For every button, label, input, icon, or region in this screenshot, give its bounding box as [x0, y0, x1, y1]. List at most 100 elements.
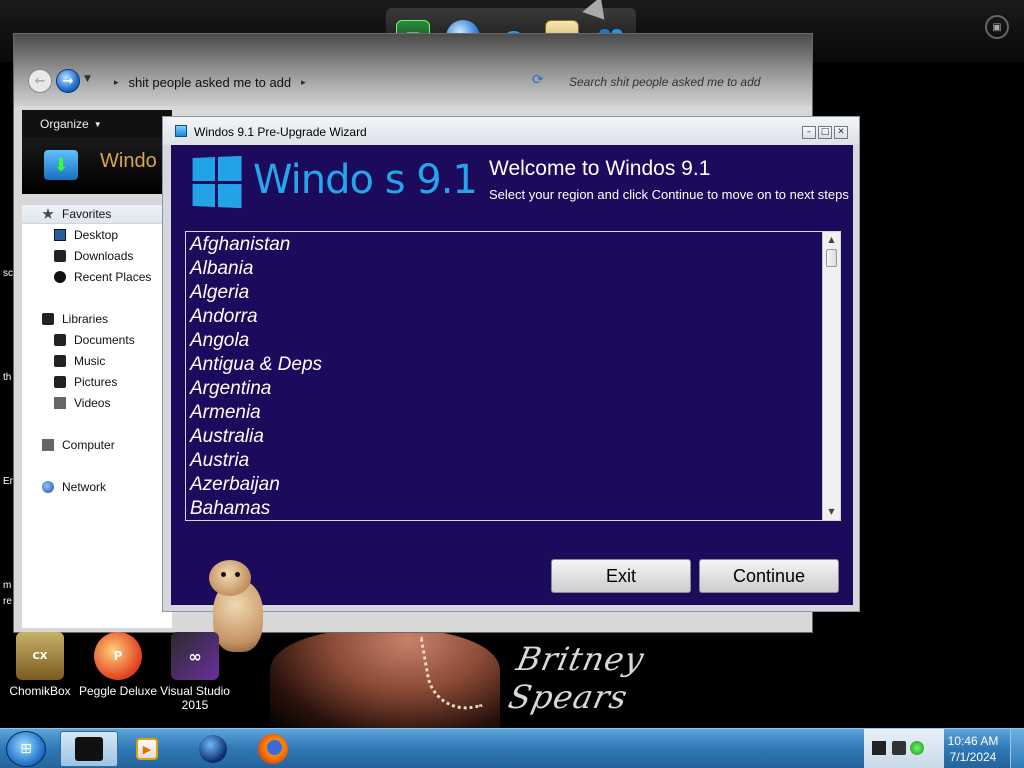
maximize-button[interactable]: □ [818, 126, 832, 139]
chomikbox-icon: CX [16, 632, 64, 680]
taskbar-clock[interactable]: 10:46 AM 7/1/2024 [944, 733, 1002, 765]
scroll-up-icon[interactable]: ▲ [823, 232, 840, 248]
organize-label: Organize [40, 117, 89, 131]
windows-logo-icon [192, 155, 242, 209]
wizard-titlebar[interactable]: Windos 9.1 Pre-Upgrade Wizard – □ ✕ [163, 117, 859, 145]
explorer-address-area: ← → ▼ ▸ shit people asked me to add ▸ ⟳ [14, 34, 812, 106]
desktop-icon-peggle[interactable]: P Peggle Deluxe [78, 632, 158, 698]
breadcrumb[interactable]: ▸ shit people asked me to add ▸ [108, 70, 538, 94]
nav-label: Network [62, 480, 107, 494]
desktop-icon-chomikbox[interactable]: CX ChomikBox [0, 632, 80, 698]
nav-favorites[interactable]: Favorites [22, 204, 172, 224]
scroll-thumb[interactable] [826, 249, 837, 267]
edge-text: th [3, 372, 12, 383]
list-item[interactable]: Armenia [186, 401, 822, 425]
clock-time: 10:46 AM [947, 734, 999, 748]
nav-label: Downloads [74, 249, 134, 263]
nav-downloads[interactable]: Downloads [54, 246, 133, 266]
media-player-icon: ▶ [136, 738, 158, 760]
dock-menu-icon[interactable]: ▣ [985, 15, 1009, 39]
peggle-icon: P [94, 632, 142, 680]
back-button[interactable]: ← [28, 69, 52, 93]
desktop-icon-label: ChomikBox [9, 684, 71, 698]
tray-app-icon[interactable] [872, 741, 886, 755]
nav-label: Favorites [62, 207, 112, 221]
tray-app-icon[interactable] [892, 741, 906, 755]
nav-label: Desktop [74, 228, 119, 242]
desktop-icon-visual-studio[interactable]: ∞ Visual Studio 2015 [155, 632, 235, 712]
nav-label: Libraries [62, 312, 109, 326]
list-item[interactable]: Afghanistan [186, 233, 822, 257]
logo-text: Windo s 9.1 [253, 157, 478, 203]
nav-label: Videos [74, 396, 111, 410]
nav-network[interactable]: Network [42, 477, 106, 497]
history-chevron-icon[interactable]: ▼ [84, 74, 91, 84]
list-item[interactable]: Antigua & Deps [186, 353, 822, 377]
tray-status-icon[interactable] [910, 741, 924, 755]
app-icon [175, 125, 187, 137]
start-button[interactable]: ⊞ [6, 731, 46, 767]
libraries-icon [42, 313, 54, 325]
nav-pictures[interactable]: Pictures [54, 372, 117, 392]
taskbar: ⊞ ▶ 10:46 AM 7/1/2024 [0, 728, 1024, 768]
organize-button[interactable]: Organize ▼ [22, 110, 172, 138]
hamster-eye [221, 572, 226, 577]
minimize-button[interactable]: – [802, 126, 816, 139]
list-item[interactable]: Argentina [186, 377, 822, 401]
videos-icon [54, 397, 66, 409]
show-desktop-button[interactable] [1010, 729, 1024, 768]
welcome-title: Welcome to Windos 9.1 [489, 157, 711, 180]
downloads-icon [54, 250, 66, 262]
scroll-down-icon[interactable]: ▼ [823, 504, 840, 520]
nav-computer[interactable]: Computer [42, 435, 115, 455]
pictures-icon [54, 376, 66, 388]
list-item[interactable]: Azerbaijan [186, 473, 822, 497]
nav-music[interactable]: Music [54, 351, 105, 371]
list-scrollbar[interactable]: ▲ ▼ [822, 232, 840, 520]
nav-libraries[interactable]: Libraries [42, 309, 108, 329]
music-icon [54, 355, 66, 367]
visual-studio-icon: ∞ [171, 632, 219, 680]
desktop-icon [54, 229, 66, 241]
computer-icon [42, 439, 54, 451]
list-item[interactable]: Algeria [186, 281, 822, 305]
breadcrumb-current[interactable]: shit people asked me to add [129, 75, 292, 90]
nav-label: Music [74, 354, 106, 368]
list-item[interactable]: Albania [186, 257, 822, 281]
country-listbox[interactable]: Afghanistan Albania Algeria Andorra Ango… [185, 231, 841, 521]
list-item[interactable]: Austria [186, 449, 822, 473]
explorer-banner: ⬇ Windo [22, 138, 172, 194]
nav-recent-places[interactable]: Recent Places [54, 267, 151, 287]
taskbar-firefox-button[interactable] [244, 731, 302, 767]
list-item[interactable]: Australia [186, 425, 822, 449]
exit-button[interactable]: Exit [551, 559, 691, 593]
documents-icon [54, 334, 66, 346]
breadcrumb-chevron-icon[interactable]: ▸ [301, 77, 306, 88]
taskbar-explorer-button[interactable] [60, 731, 118, 767]
forward-button[interactable]: → [56, 69, 80, 93]
edge-text: Er [3, 476, 13, 487]
taskbar-globe-button[interactable] [184, 731, 242, 767]
clock-date: 7/1/2024 [949, 750, 997, 764]
hamster-eye [235, 572, 240, 577]
nav-label: Computer [62, 438, 115, 452]
nav-videos[interactable]: Videos [54, 393, 110, 413]
list-item[interactable]: Andorra [186, 305, 822, 329]
list-item[interactable]: Bahamas [186, 497, 822, 520]
refresh-icon[interactable]: ⟳ [532, 72, 544, 88]
nav-documents[interactable]: Documents [54, 330, 135, 350]
edge-text: sc [3, 268, 13, 279]
breadcrumb-chevron-icon[interactable]: ▸ [114, 77, 119, 88]
star-icon [42, 208, 54, 219]
taskbar-media-button[interactable]: ▶ [118, 731, 176, 767]
country-items: Afghanistan Albania Algeria Andorra Ango… [186, 232, 822, 520]
list-item[interactable]: Angola [186, 329, 822, 353]
close-button[interactable]: ✕ [834, 126, 848, 139]
desktop-icon-label: Visual Studio [160, 684, 230, 698]
continue-button[interactable]: Continue [699, 559, 839, 593]
nav-desktop[interactable]: Desktop [54, 225, 118, 245]
desktop-icon-label: Peggle Deluxe [78, 684, 158, 698]
search-input[interactable] [564, 70, 764, 94]
notification-tray [864, 729, 944, 768]
wallpaper-signature: Britney Spears [505, 640, 648, 716]
